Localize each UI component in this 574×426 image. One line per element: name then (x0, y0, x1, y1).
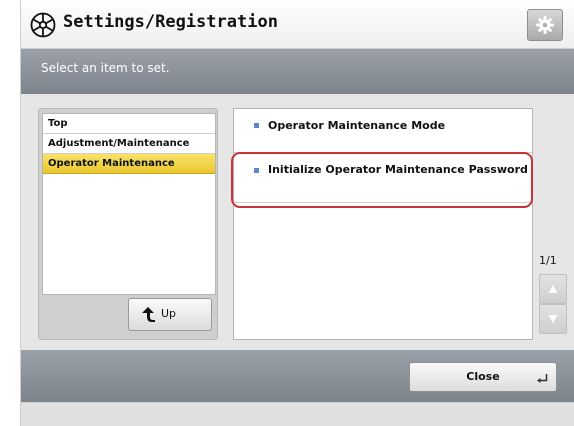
return-icon (537, 374, 548, 383)
triangle-up-icon (548, 285, 558, 293)
settings-list: Operator Maintenance Mode Initialize Ope… (233, 108, 533, 340)
triangle-down-icon (548, 315, 558, 323)
list-item-initialize-password[interactable]: Initialize Operator Maintenance Password (234, 153, 532, 203)
list-item-operator-maintenance-mode[interactable]: Operator Maintenance Mode (234, 109, 532, 153)
instruction-text: Select an item to set. (41, 61, 170, 75)
tree-item-adjustment-maintenance[interactable]: Adjustment/Maintenance (43, 134, 215, 154)
bullet-icon (254, 168, 259, 173)
title-bar: Settings/Registration (21, 0, 574, 49)
instruction-banner: Select an item to set. (21, 49, 574, 94)
up-button[interactable]: Up (128, 298, 212, 331)
close-button-label: Close (466, 370, 500, 383)
bullet-icon (254, 123, 259, 128)
tree-item-operator-maintenance[interactable]: Operator Maintenance (43, 154, 215, 174)
tree-item-top[interactable]: Top (43, 114, 215, 134)
settings-button[interactable] (527, 9, 563, 41)
scroll-up-button[interactable] (539, 274, 567, 304)
navigation-tree: Top Adjustment/Maintenance Operator Main… (42, 113, 216, 295)
bottom-bar: Close (21, 350, 574, 402)
scroll-down-button[interactable] (539, 304, 567, 334)
page-title: Settings/Registration (63, 12, 278, 32)
page-indicator: 1/1 (539, 254, 557, 267)
up-arrow-icon (142, 307, 155, 322)
status-footer (21, 402, 574, 426)
settings-screen: Settings/Registration Select an item to … (20, 0, 574, 426)
settings-star-icon (29, 11, 57, 39)
up-button-label: Up (161, 307, 177, 320)
close-button[interactable]: Close (409, 362, 557, 392)
list-item-label: Operator Maintenance Mode (268, 119, 446, 132)
list-item-label: Initialize Operator Maintenance Password (268, 163, 528, 176)
gear-icon (536, 16, 554, 34)
navigation-panel: Top Adjustment/Maintenance Operator Main… (38, 108, 218, 340)
